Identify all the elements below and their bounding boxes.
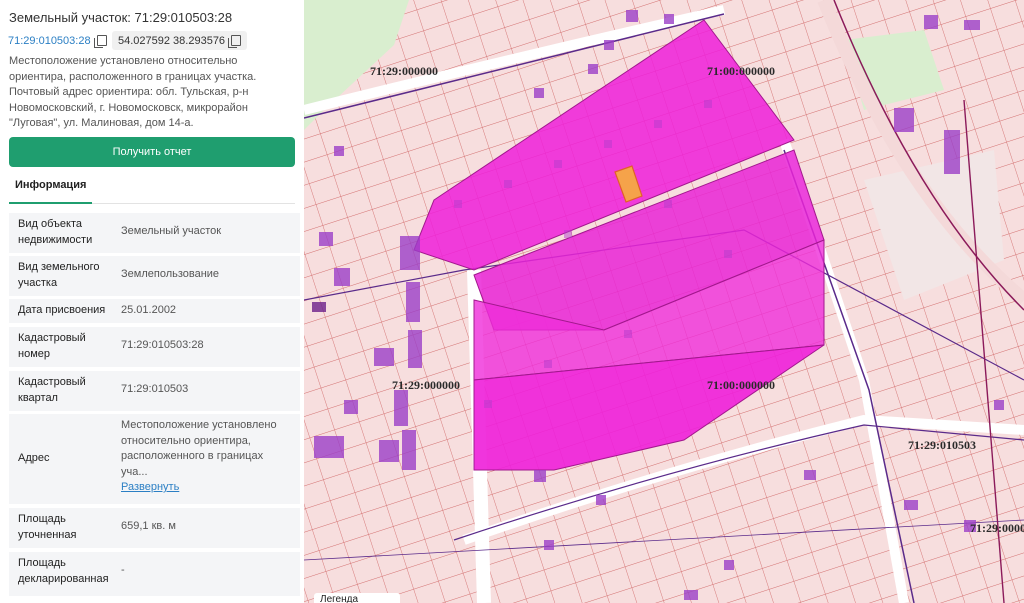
info-row-area-specified: Площадь уточненная 659,1 кв. м [9,508,300,548]
cadastral-map[interactable]: 71:29:000000 71:00:000000 71:29:000000 7… [304,0,1024,603]
cadastral-number-text: 71:29:010503:28 [8,34,91,47]
map-label: 71:29:000000 [392,378,460,392]
info-value: - [121,564,125,576]
info-value: 659,1 кв. м [121,520,176,532]
info-row-land-kind: Вид земельного участка Землепользование [9,256,300,296]
info-value: Земельный участок [121,225,222,237]
info-label: Вид объекта недвижимости [18,218,93,246]
panel-title: Земельный участок: 71:29:010503:28 [9,10,233,25]
info-value: Землепользование [121,268,220,280]
info-label: Кадастровый квартал [18,376,86,404]
info-row-area-declared: Площадь декларированная - [9,552,300,596]
info-label: Дата присвоения [18,304,106,316]
copy-icon[interactable] [228,35,242,48]
map-label: 71:29:000000 [370,64,438,78]
info-row-address: Адрес Местоположение установлено относит… [9,414,300,504]
info-row-cadastral-block: Кадастровый квартал 71:29:010503 [9,371,300,411]
tab-information[interactable]: Информация [9,178,93,204]
info-label: Площадь уточненная [18,513,77,541]
info-value: Местоположение установлено относительно … [121,418,283,496]
cadastral-number-chip[interactable]: 71:29:010503:28 [8,31,107,50]
get-report-button[interactable]: Получить отчет [9,137,295,167]
map-label: 71:00:000000 [707,64,775,78]
info-value: 71:29:010503:28 [121,339,204,351]
info-row-date: Дата присвоения 25.01.2002 [9,299,300,323]
info-label: Площадь декларированная [18,557,109,585]
tab-bar: Информация [9,175,295,204]
location-description: Местоположение установлено относительно … [9,55,257,129]
info-label: Вид земельного участка [18,261,100,289]
copy-icon[interactable] [93,35,107,48]
info-panel: Земельный участок: 71:29:010503:28 71:29… [0,0,304,603]
coordinates-chip[interactable]: 54.027592 38.293576 [112,31,248,50]
map-label: 71:00:000000 [707,378,775,392]
info-label: Адрес [18,452,50,464]
map-label: 71:29:010503 [908,438,976,452]
info-row-cadastral-number: Кадастровый номер 71:29:010503:28 [9,327,300,367]
map-label: 71:29:000000 [970,521,1024,535]
info-row-object-type: Вид объекта недвижимости Земельный участ… [9,213,300,253]
legend-button[interactable]: Легенда [314,593,400,603]
info-value: 71:29:010503 [121,383,189,395]
map-canvas[interactable] [304,0,1024,603]
info-label: Кадастровый номер [18,332,86,360]
address-value: Местоположение установлено относительно … [121,419,277,478]
coordinates-text: 54.027592 38.293576 [118,34,226,47]
expand-link[interactable]: Развернуть [121,481,179,493]
info-value: 25.01.2002 [121,304,177,316]
